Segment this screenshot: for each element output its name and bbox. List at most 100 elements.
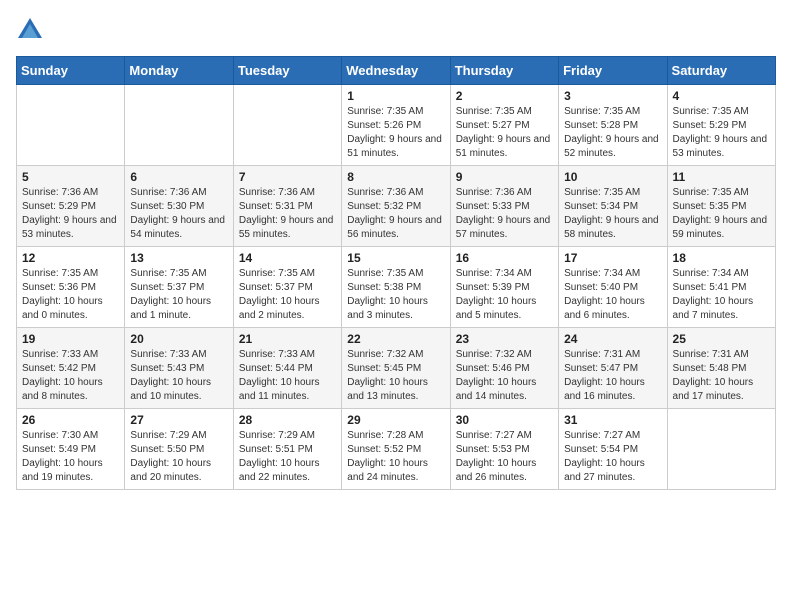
day-number: 12 [22, 251, 119, 265]
weekday-header-monday: Monday [125, 57, 233, 85]
day-detail: Sunrise: 7:36 AM Sunset: 5:30 PM Dayligh… [130, 186, 227, 242]
calendar-cell: 18Sunrise: 7:34 AM Sunset: 5:41 PM Dayli… [667, 247, 775, 328]
day-detail: Sunrise: 7:29 AM Sunset: 5:51 PM Dayligh… [239, 429, 336, 485]
day-number: 11 [673, 170, 770, 184]
day-number: 17 [564, 251, 661, 265]
day-detail: Sunrise: 7:27 AM Sunset: 5:53 PM Dayligh… [456, 429, 553, 485]
day-detail: Sunrise: 7:35 AM Sunset: 5:28 PM Dayligh… [564, 105, 661, 161]
calendar-cell: 15 Sunrise: 7:35 AM Sunset: 5:38 PM Dayli… [342, 247, 450, 328]
calendar-cell: 20 Sunrise: 7:33 AM Sunset: 5:43 PM Dayli… [125, 328, 233, 409]
day-detail: Sunrise: 7:35 AM Sunset: 5:34 PM Dayligh… [564, 186, 661, 242]
day-number: 30 [456, 413, 553, 427]
calendar-cell [667, 409, 775, 490]
day-number: 20 [130, 332, 227, 346]
weekday-header-thursday: Thursday [450, 57, 558, 85]
day-number: 13 [130, 251, 227, 265]
page-header [16, 16, 776, 44]
day-number: 19 [22, 332, 119, 346]
calendar-cell: 8Sunrise: 7:36 AM Sunset: 5:32 PM Daylig… [342, 166, 450, 247]
day-number: 23 [456, 332, 553, 346]
calendar-cell: 17 Sunrise: 7:34 AM Sunset: 5:40 PM Dayli… [559, 247, 667, 328]
day-number: 24 [564, 332, 661, 346]
day-detail: Sunrise: 7:35 AM Sunset: 5:36 PM Dayligh… [22, 267, 119, 323]
day-number: 29 [347, 413, 444, 427]
day-detail: Sunrise: 7:34 AM Sunset: 5:40 PM Dayligh… [564, 267, 661, 323]
day-number: 26 [22, 413, 119, 427]
calendar-cell: 28 Sunrise: 7:29 AM Sunset: 5:51 PM Dayli… [233, 409, 341, 490]
day-number: 7 [239, 170, 336, 184]
day-detail: Sunrise: 7:28 AM Sunset: 5:52 PM Dayligh… [347, 429, 444, 485]
calendar-cell [125, 85, 233, 166]
weekday-header-tuesday: Tuesday [233, 57, 341, 85]
weekday-header-saturday: Saturday [667, 57, 775, 85]
day-number: 8 [347, 170, 444, 184]
day-detail: Sunrise: 7:29 AM Sunset: 5:50 PM Dayligh… [130, 429, 227, 485]
weekday-header-sunday: Sunday [17, 57, 125, 85]
calendar-cell: 13 Sunrise: 7:35 AM Sunset: 5:37 PM Dayli… [125, 247, 233, 328]
day-number: 22 [347, 332, 444, 346]
day-detail: Sunrise: 7:36 AM Sunset: 5:31 PM Dayligh… [239, 186, 336, 242]
day-number: 5 [22, 170, 119, 184]
day-detail: Sunrise: 7:36 AM Sunset: 5:33 PM Dayligh… [456, 186, 553, 242]
calendar-cell: 21 Sunrise: 7:33 AM Sunset: 5:44 PM Dayli… [233, 328, 341, 409]
day-detail: Sunrise: 7:33 AM Sunset: 5:44 PM Dayligh… [239, 348, 336, 404]
weekday-header-wednesday: Wednesday [342, 57, 450, 85]
day-detail: Sunrise: 7:35 AM Sunset: 5:35 PM Dayligh… [673, 186, 770, 242]
week-row-1: 1 Sunrise: 7:35 AM Sunset: 5:26 PM Daylig… [17, 85, 776, 166]
day-detail: Sunrise: 7:27 AM Sunset: 5:54 PM Dayligh… [564, 429, 661, 485]
day-detail: Sunrise: 7:32 AM Sunset: 5:46 PM Dayligh… [456, 348, 553, 404]
day-number: 4 [673, 89, 770, 103]
calendar-cell: 31Sunrise: 7:27 AM Sunset: 5:54 PM Dayli… [559, 409, 667, 490]
calendar-cell [233, 85, 341, 166]
day-number: 15 [347, 251, 444, 265]
week-row-2: 5 Sunrise: 7:36 AM Sunset: 5:29 PM Daylig… [17, 166, 776, 247]
week-row-3: 12 Sunrise: 7:35 AM Sunset: 5:36 PM Dayli… [17, 247, 776, 328]
calendar-cell: 27 Sunrise: 7:29 AM Sunset: 5:50 PM Dayli… [125, 409, 233, 490]
day-number: 6 [130, 170, 227, 184]
day-number: 14 [239, 251, 336, 265]
day-detail: Sunrise: 7:35 AM Sunset: 5:37 PM Dayligh… [239, 267, 336, 323]
logo-icon [16, 16, 44, 44]
calendar-cell: 1 Sunrise: 7:35 AM Sunset: 5:26 PM Daylig… [342, 85, 450, 166]
day-detail: Sunrise: 7:32 AM Sunset: 5:45 PM Dayligh… [347, 348, 444, 404]
day-detail: Sunrise: 7:33 AM Sunset: 5:43 PM Dayligh… [130, 348, 227, 404]
day-number: 10 [564, 170, 661, 184]
day-detail: Sunrise: 7:35 AM Sunset: 5:27 PM Dayligh… [456, 105, 553, 161]
day-number: 21 [239, 332, 336, 346]
calendar-cell: 14 Sunrise: 7:35 AM Sunset: 5:37 PM Dayli… [233, 247, 341, 328]
day-number: 27 [130, 413, 227, 427]
day-number: 3 [564, 89, 661, 103]
day-detail: Sunrise: 7:35 AM Sunset: 5:38 PM Dayligh… [347, 267, 444, 323]
logo [16, 16, 48, 44]
calendar-cell: 25Sunrise: 7:31 AM Sunset: 5:48 PM Dayli… [667, 328, 775, 409]
day-detail: Sunrise: 7:35 AM Sunset: 5:26 PM Dayligh… [347, 105, 444, 161]
calendar-cell: 12 Sunrise: 7:35 AM Sunset: 5:36 PM Dayli… [17, 247, 125, 328]
week-row-4: 19 Sunrise: 7:33 AM Sunset: 5:42 PM Dayli… [17, 328, 776, 409]
day-detail: Sunrise: 7:31 AM Sunset: 5:48 PM Dayligh… [673, 348, 770, 404]
calendar-cell: 2 Sunrise: 7:35 AM Sunset: 5:27 PM Daylig… [450, 85, 558, 166]
day-number: 16 [456, 251, 553, 265]
day-detail: Sunrise: 7:33 AM Sunset: 5:42 PM Dayligh… [22, 348, 119, 404]
calendar-table: SundayMondayTuesdayWednesdayThursdayFrid… [16, 56, 776, 490]
day-detail: Sunrise: 7:34 AM Sunset: 5:39 PM Dayligh… [456, 267, 553, 323]
calendar-cell: 3 Sunrise: 7:35 AM Sunset: 5:28 PM Daylig… [559, 85, 667, 166]
day-detail: Sunrise: 7:35 AM Sunset: 5:29 PM Dayligh… [673, 105, 770, 161]
calendar-cell [17, 85, 125, 166]
day-detail: Sunrise: 7:30 AM Sunset: 5:49 PM Dayligh… [22, 429, 119, 485]
day-number: 28 [239, 413, 336, 427]
calendar-cell: 29 Sunrise: 7:28 AM Sunset: 5:52 PM Dayli… [342, 409, 450, 490]
day-number: 9 [456, 170, 553, 184]
day-detail: Sunrise: 7:34 AM Sunset: 5:41 PM Dayligh… [673, 267, 770, 323]
calendar-cell: 4 Sunrise: 7:35 AM Sunset: 5:29 PM Daylig… [667, 85, 775, 166]
calendar-cell: 5 Sunrise: 7:36 AM Sunset: 5:29 PM Daylig… [17, 166, 125, 247]
calendar-cell: 9 Sunrise: 7:36 AM Sunset: 5:33 PM Daylig… [450, 166, 558, 247]
calendar-cell: 30 Sunrise: 7:27 AM Sunset: 5:53 PM Dayli… [450, 409, 558, 490]
weekday-header-friday: Friday [559, 57, 667, 85]
day-detail: Sunrise: 7:31 AM Sunset: 5:47 PM Dayligh… [564, 348, 661, 404]
calendar-cell: 24 Sunrise: 7:31 AM Sunset: 5:47 PM Dayli… [559, 328, 667, 409]
calendar-cell: 26 Sunrise: 7:30 AM Sunset: 5:49 PM Dayli… [17, 409, 125, 490]
day-number: 2 [456, 89, 553, 103]
day-detail: Sunrise: 7:36 AM Sunset: 5:29 PM Dayligh… [22, 186, 119, 242]
day-detail: Sunrise: 7:35 AM Sunset: 5:37 PM Dayligh… [130, 267, 227, 323]
day-number: 1 [347, 89, 444, 103]
